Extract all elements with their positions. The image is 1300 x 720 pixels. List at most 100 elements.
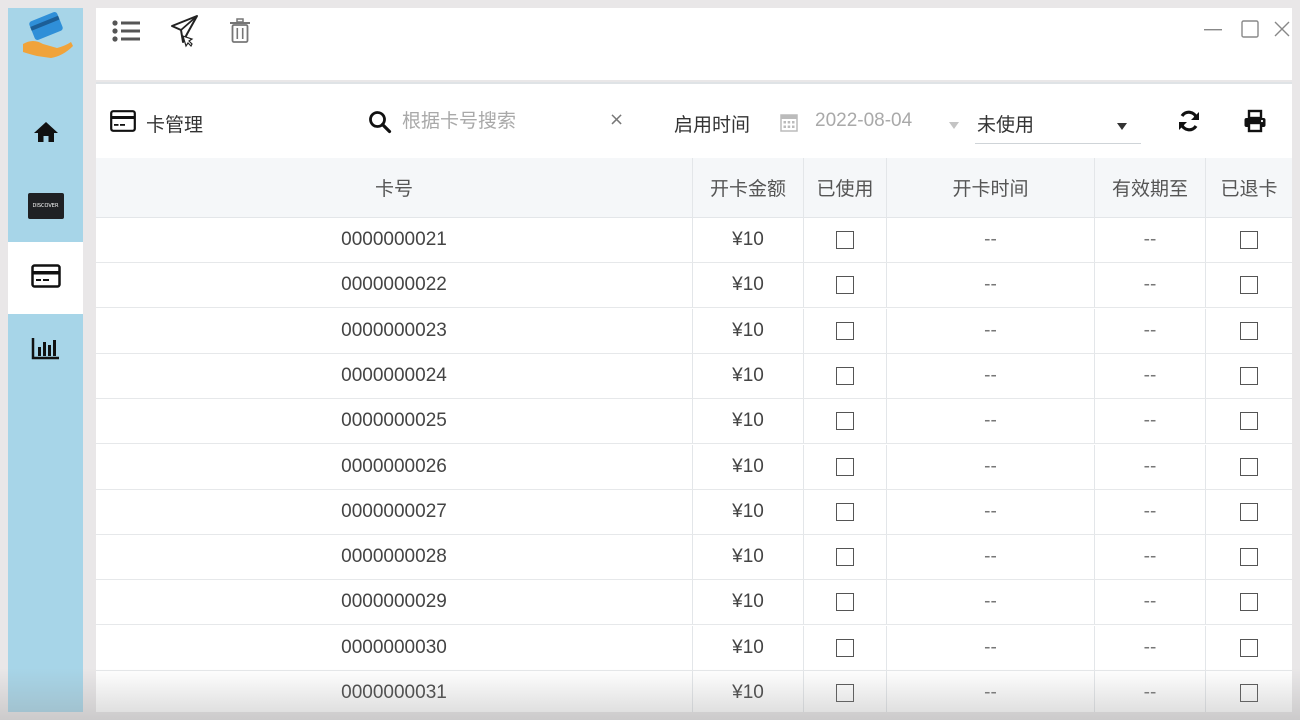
refunded-checkbox[interactable] — [1240, 276, 1258, 295]
search-input[interactable] — [402, 108, 602, 136]
used-cell — [804, 625, 887, 670]
used-checkbox[interactable] — [836, 502, 854, 521]
sidebar-item-card[interactable] — [8, 242, 83, 314]
close-icon[interactable] — [1272, 18, 1292, 40]
table-row[interactable]: 0000000026 ¥10 -- -- — [96, 444, 1292, 490]
card-number-cell: 0000000024 — [96, 353, 693, 398]
refunded-cell — [1206, 263, 1292, 307]
table-row[interactable]: 0000000031 ¥10 -- -- — [96, 671, 1292, 712]
refunded-checkbox[interactable] — [1240, 457, 1258, 476]
table-row[interactable]: 0000000027 ¥10 -- -- — [96, 489, 1292, 535]
amount-cell: ¥10 — [693, 399, 804, 444]
valid-until-cell: -- — [1095, 625, 1206, 670]
card-number-cell: 0000000026 — [96, 444, 693, 489]
amount-cell: ¥10 — [693, 444, 804, 489]
card-number-cell: 0000000028 — [96, 535, 693, 580]
open-time-cell: -- — [887, 353, 1095, 398]
calendar-icon — [780, 112, 798, 136]
valid-until-cell: -- — [1095, 489, 1206, 534]
used-checkbox[interactable] — [836, 231, 854, 249]
card-number-cell: 0000000027 — [96, 489, 693, 534]
maximize-icon[interactable] — [1238, 18, 1262, 40]
used-checkbox[interactable] — [836, 366, 854, 385]
used-cell — [804, 671, 887, 712]
used-cell — [804, 218, 887, 262]
minimize-icon[interactable] — [1201, 18, 1225, 40]
refunded-checkbox[interactable] — [1240, 502, 1258, 521]
card-number-cell: 0000000025 — [96, 399, 693, 444]
app-logo-icon — [17, 8, 77, 64]
table-row[interactable]: 0000000028 ¥10 -- -- — [96, 535, 1292, 581]
credit-card-icon — [30, 264, 61, 292]
sidebar-item-home[interactable] — [8, 98, 83, 170]
column-header[interactable]: 有效期至 — [1095, 158, 1206, 217]
filter-bar: 卡管理 × 启用时间 2022-08-04 未使用 — [96, 84, 1292, 158]
refunded-checkbox[interactable] — [1240, 321, 1258, 340]
used-checkbox[interactable] — [836, 684, 854, 702]
valid-until-cell: -- — [1095, 353, 1206, 398]
table-row[interactable]: 0000000029 ¥10 -- -- — [96, 580, 1292, 626]
table-row[interactable]: 0000000024 ¥10 -- -- — [96, 353, 1292, 399]
refresh-icon[interactable] — [1177, 109, 1201, 137]
used-checkbox[interactable] — [836, 638, 854, 657]
refunded-checkbox[interactable] — [1240, 412, 1258, 431]
card-number-cell: 0000000031 — [96, 671, 693, 712]
refunded-checkbox[interactable] — [1240, 231, 1258, 249]
column-header[interactable]: 卡号 — [96, 158, 693, 217]
sidebar-item-chart[interactable] — [8, 314, 83, 386]
valid-until-cell: -- — [1095, 399, 1206, 444]
send-icon[interactable] — [168, 14, 200, 48]
used-cell — [804, 489, 887, 534]
used-checkbox[interactable] — [836, 593, 854, 612]
table-row[interactable]: 0000000022 ¥10 -- -- — [96, 263, 1292, 309]
used-checkbox[interactable] — [836, 412, 854, 431]
table-row[interactable]: 0000000025 ¥10 -- -- — [96, 399, 1292, 445]
valid-until-cell: -- — [1095, 535, 1206, 580]
status-select[interactable]: 未使用 — [975, 102, 1141, 144]
column-header[interactable]: 已退卡 — [1206, 158, 1292, 217]
refunded-cell — [1206, 399, 1292, 443]
refunded-cell — [1206, 218, 1292, 262]
chevron-down-icon — [1116, 117, 1128, 136]
open-time-cell: -- — [887, 535, 1095, 580]
date-dropdown-icon[interactable] — [948, 116, 960, 135]
table-row[interactable]: 0000000023 ¥10 -- -- — [96, 308, 1292, 354]
refunded-checkbox[interactable] — [1240, 548, 1258, 567]
table-header: 卡号 开卡金额 已使用 开卡时间 有效期至 已退卡 — [96, 158, 1292, 218]
credit-card-icon — [110, 110, 136, 136]
date-filter-input[interactable]: 2022-08-04 — [815, 110, 912, 132]
amount-cell: ¥10 — [693, 489, 804, 534]
refunded-checkbox[interactable] — [1240, 593, 1258, 612]
used-cell — [804, 263, 887, 308]
amount-cell: ¥10 — [693, 308, 804, 353]
refunded-checkbox[interactable] — [1240, 366, 1258, 385]
column-header[interactable]: 开卡时间 — [887, 158, 1095, 217]
sidebar-item-discover[interactable]: DISCOVER — [8, 170, 83, 242]
home-icon — [33, 120, 59, 148]
status-select-value: 未使用 — [977, 115, 1035, 136]
clear-search-button[interactable]: × — [609, 109, 624, 130]
refunded-cell — [1206, 309, 1292, 353]
used-checkbox[interactable] — [836, 457, 854, 476]
refunded-checkbox[interactable] — [1240, 684, 1258, 702]
used-cell — [804, 399, 887, 444]
used-checkbox[interactable] — [836, 548, 854, 567]
table-row[interactable]: 0000000021 ¥10 -- -- — [96, 218, 1292, 263]
open-time-cell: -- — [887, 218, 1095, 262]
amount-cell: ¥10 — [693, 263, 804, 308]
date-filter-label: 启用时间 — [674, 115, 751, 136]
print-icon[interactable] — [1243, 109, 1267, 137]
used-cell — [804, 308, 887, 353]
search-icon — [368, 110, 392, 138]
column-header[interactable]: 开卡金额 — [693, 158, 804, 217]
used-checkbox[interactable] — [836, 321, 854, 340]
used-checkbox[interactable] — [836, 276, 854, 295]
column-header[interactable]: 已使用 — [804, 158, 887, 217]
used-cell — [804, 535, 887, 580]
list-icon[interactable] — [110, 14, 142, 48]
amount-cell: ¥10 — [693, 535, 804, 580]
trash-icon[interactable] — [224, 14, 256, 48]
refunded-checkbox[interactable] — [1240, 638, 1258, 657]
amount-cell: ¥10 — [693, 580, 804, 625]
table-row[interactable]: 0000000030 ¥10 -- -- — [96, 625, 1292, 671]
